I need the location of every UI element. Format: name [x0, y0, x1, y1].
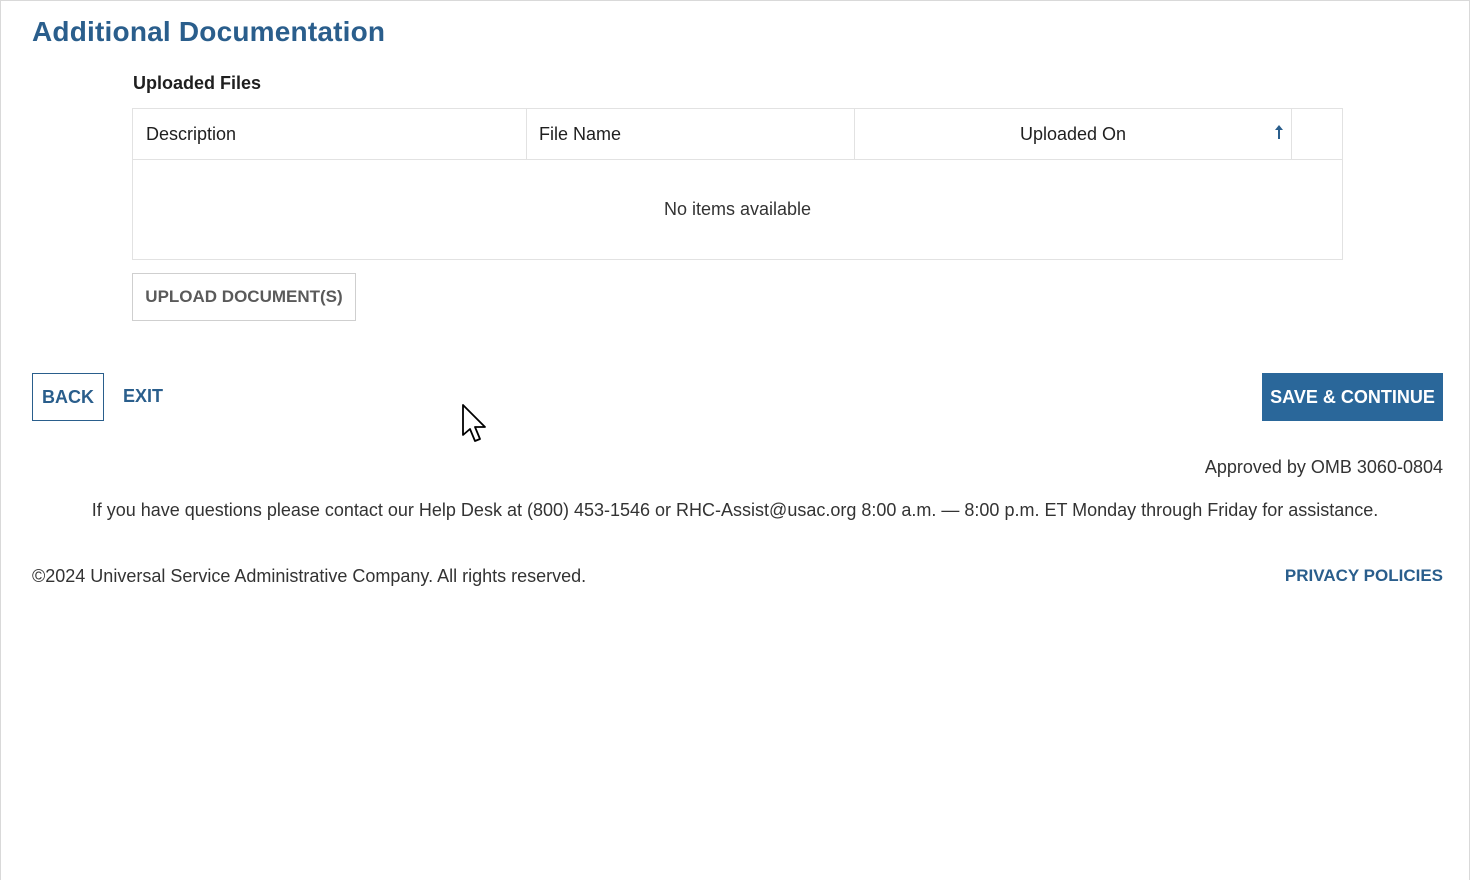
table-header: Description File Name Uploaded On	[133, 109, 1342, 160]
exit-link[interactable]: EXIT	[123, 386, 163, 407]
back-button[interactable]: BACK	[32, 373, 104, 421]
copyright-text: ©2024 Universal Service Administrative C…	[32, 566, 587, 586]
save-and-continue-button[interactable]: SAVE & CONTINUE	[1262, 373, 1443, 421]
column-header-actions	[1292, 109, 1342, 159]
mouse-pointer-icon	[462, 404, 486, 442]
uploaded-files-heading: Uploaded Files	[133, 73, 262, 93]
omb-approval-text: Approved by OMB 3060-0804	[1204, 457, 1443, 477]
column-header-uploaded-on-label: Uploaded On	[1019, 123, 1127, 144]
column-header-uploaded-on[interactable]: Uploaded On	[855, 109, 1292, 159]
upload-documents-button[interactable]: UPLOAD DOCUMENT(S)	[132, 273, 356, 321]
help-desk-text: If you have questions please contact our…	[91, 500, 1379, 520]
column-header-file-name[interactable]: File Name	[527, 109, 855, 159]
page-title: Additional Documentation	[32, 16, 386, 47]
privacy-policies-link[interactable]: PRIVACY POLICIES	[1285, 566, 1443, 586]
column-header-description[interactable]: Description	[133, 109, 527, 159]
arrow-up-icon[interactable]	[1273, 123, 1285, 143]
empty-table-message: No items available	[663, 199, 812, 219]
uploaded-files-table: Description File Name Uploaded On No ite…	[132, 108, 1343, 260]
